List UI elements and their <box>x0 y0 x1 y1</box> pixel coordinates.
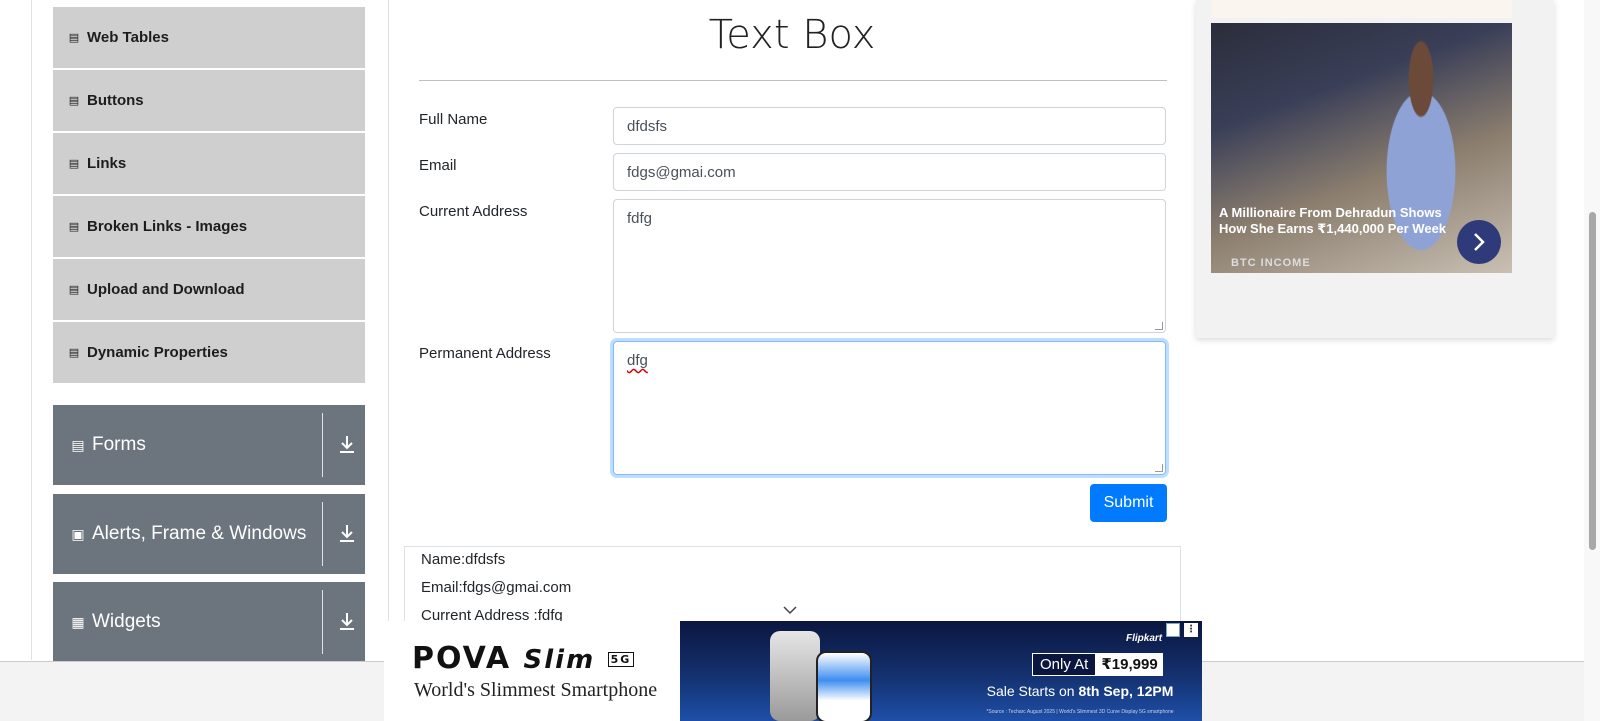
sidebar-item-label: Web Tables <box>87 29 169 46</box>
sidebar-group-alerts[interactable]: ▣ Alerts, Frame & Windows <box>53 494 365 574</box>
full-name-label: Full Name <box>419 111 488 128</box>
page: ▤ Web Tables ▤ Buttons ▤ Links ▤ Broken … <box>0 0 1600 721</box>
chevron-right-icon <box>1474 233 1485 251</box>
sidebar-group-forms[interactable]: ▤ Forms <box>53 405 365 485</box>
ad-source: BTC INCOME <box>1231 257 1311 269</box>
group-separator <box>322 413 323 477</box>
permanent-address-value: dfg <box>627 352 648 369</box>
sidebar-group-label: Widgets <box>92 611 161 632</box>
current-address-textarea[interactable]: fdfg <box>613 199 1166 333</box>
sidebar-item-buttons[interactable]: ▤ Buttons <box>53 69 365 131</box>
element-icon: ▤ <box>68 95 80 107</box>
output-name: Name:dfdsfs <box>421 551 506 568</box>
current-address-label: Current Address <box>419 203 528 220</box>
element-icon: ▤ <box>68 158 80 170</box>
sidebar-group-widgets[interactable]: ▦ Widgets <box>53 582 365 662</box>
sidebar-item-label: Links <box>87 155 127 172</box>
model-name: Slim <box>523 645 596 675</box>
full-name-value: dfdsfs <box>627 118 668 135</box>
sidebar-item-label: Upload and Download <box>87 281 245 298</box>
submit-button[interactable]: Submit <box>1090 484 1167 522</box>
sale-prefix: Sale Starts on <box>986 683 1079 699</box>
group-separator <box>322 590 323 654</box>
element-icon: ▤ <box>68 284 80 296</box>
sidebar-group-label: Alerts, Frame & Windows <box>92 523 307 544</box>
ad-next-button[interactable] <box>1457 220 1501 264</box>
title-divider <box>419 80 1167 81</box>
window-icon: ▣ <box>71 525 85 542</box>
email-input[interactable]: fdgs@gmai.com <box>613 153 1166 191</box>
sidebar-item-links[interactable]: ▤ Links <box>53 132 365 194</box>
group-separator <box>322 502 323 566</box>
output-email: Email:fdgs@gmai.com <box>421 579 572 596</box>
email-value: fdgs@gmai.com <box>627 164 736 181</box>
full-name-input[interactable]: dfdsfs <box>613 107 1166 145</box>
chevron-down-icon <box>783 606 797 615</box>
element-icon: ▤ <box>68 221 80 233</box>
download-arrow-icon[interactable] <box>337 609 357 633</box>
banner-brand-panel: POVA Slim 5G World's Slimmest Smartphone <box>384 621 680 721</box>
badge-5g: 5G <box>607 652 635 667</box>
brand-logo: POVA Slim 5G <box>412 641 635 676</box>
document-icon: ▤ <box>71 436 85 453</box>
sidebar-item-label: Buttons <box>87 92 144 109</box>
sidebar-item-broken-links[interactable]: ▤ Broken Links - Images <box>53 195 365 257</box>
bottom-ad-banner[interactable]: POVA Slim 5G World's Slimmest Smartphone… <box>384 621 1202 721</box>
download-arrow-icon[interactable] <box>337 432 357 456</box>
sidebar-item-dynamic-properties[interactable]: ▤ Dynamic Properties <box>53 321 365 383</box>
left-divider <box>31 0 32 660</box>
sidebar-item-label: Broken Links - Images <box>87 218 248 235</box>
price-tag: Only At ₹19,999 <box>1032 653 1163 676</box>
sidebar-item-upload-download[interactable]: ▤ Upload and Download <box>53 258 365 320</box>
download-arrow-icon[interactable] <box>337 521 357 545</box>
sidebar-group-label: Forms <box>92 434 146 455</box>
brand-name: POVA <box>412 641 512 676</box>
permanent-address-textarea[interactable]: dfg <box>613 341 1166 475</box>
retailer-logo: Flipkart <box>1126 633 1163 644</box>
sale-date: Sale Starts on 8th Sep, 12PM <box>965 683 1195 699</box>
sale-date-value: 8th Sep, 12PM <box>1078 683 1174 699</box>
element-icon: ▤ <box>68 347 80 359</box>
sidebar-item-web-tables[interactable]: ▤ Web Tables <box>53 6 365 68</box>
content-divider <box>388 0 389 660</box>
resize-handle[interactable] <box>1155 322 1163 330</box>
element-icon: ▤ <box>68 32 80 44</box>
current-address-value: fdfg <box>627 210 653 227</box>
price-value: ₹19,999 <box>1096 653 1163 676</box>
phone-image-back <box>770 631 820 721</box>
adchoices-icon[interactable] <box>1166 623 1180 637</box>
fine-print: *Source : Techarc August 2025 | World's … <box>986 709 1174 715</box>
banner-offer-panel: Flipkart Only At ₹19,999 Sale Starts on … <box>680 621 1202 721</box>
resize-handle[interactable] <box>1155 464 1163 472</box>
ad-top-strip <box>1211 0 1512 18</box>
only-at-label: Only At <box>1032 653 1097 676</box>
permanent-address-label: Permanent Address <box>419 345 551 362</box>
email-label: Email <box>419 157 457 174</box>
ad-menu-icon[interactable]: ⋮ <box>1184 623 1198 637</box>
grid-icon: ▦ <box>71 613 85 630</box>
phone-image-front <box>816 651 872 721</box>
scrollbar-thumb[interactable] <box>1589 212 1596 550</box>
sidebar-item-label: Dynamic Properties <box>87 344 228 361</box>
ad-caption: A Millionaire From Dehradun Shows How Sh… <box>1219 205 1447 236</box>
page-title: Text Box <box>708 12 876 58</box>
slogan: World's Slimmest Smartphone <box>414 679 658 701</box>
right-ad-image[interactable]: A Millionaire From Dehradun Shows How Sh… <box>1211 23 1512 273</box>
